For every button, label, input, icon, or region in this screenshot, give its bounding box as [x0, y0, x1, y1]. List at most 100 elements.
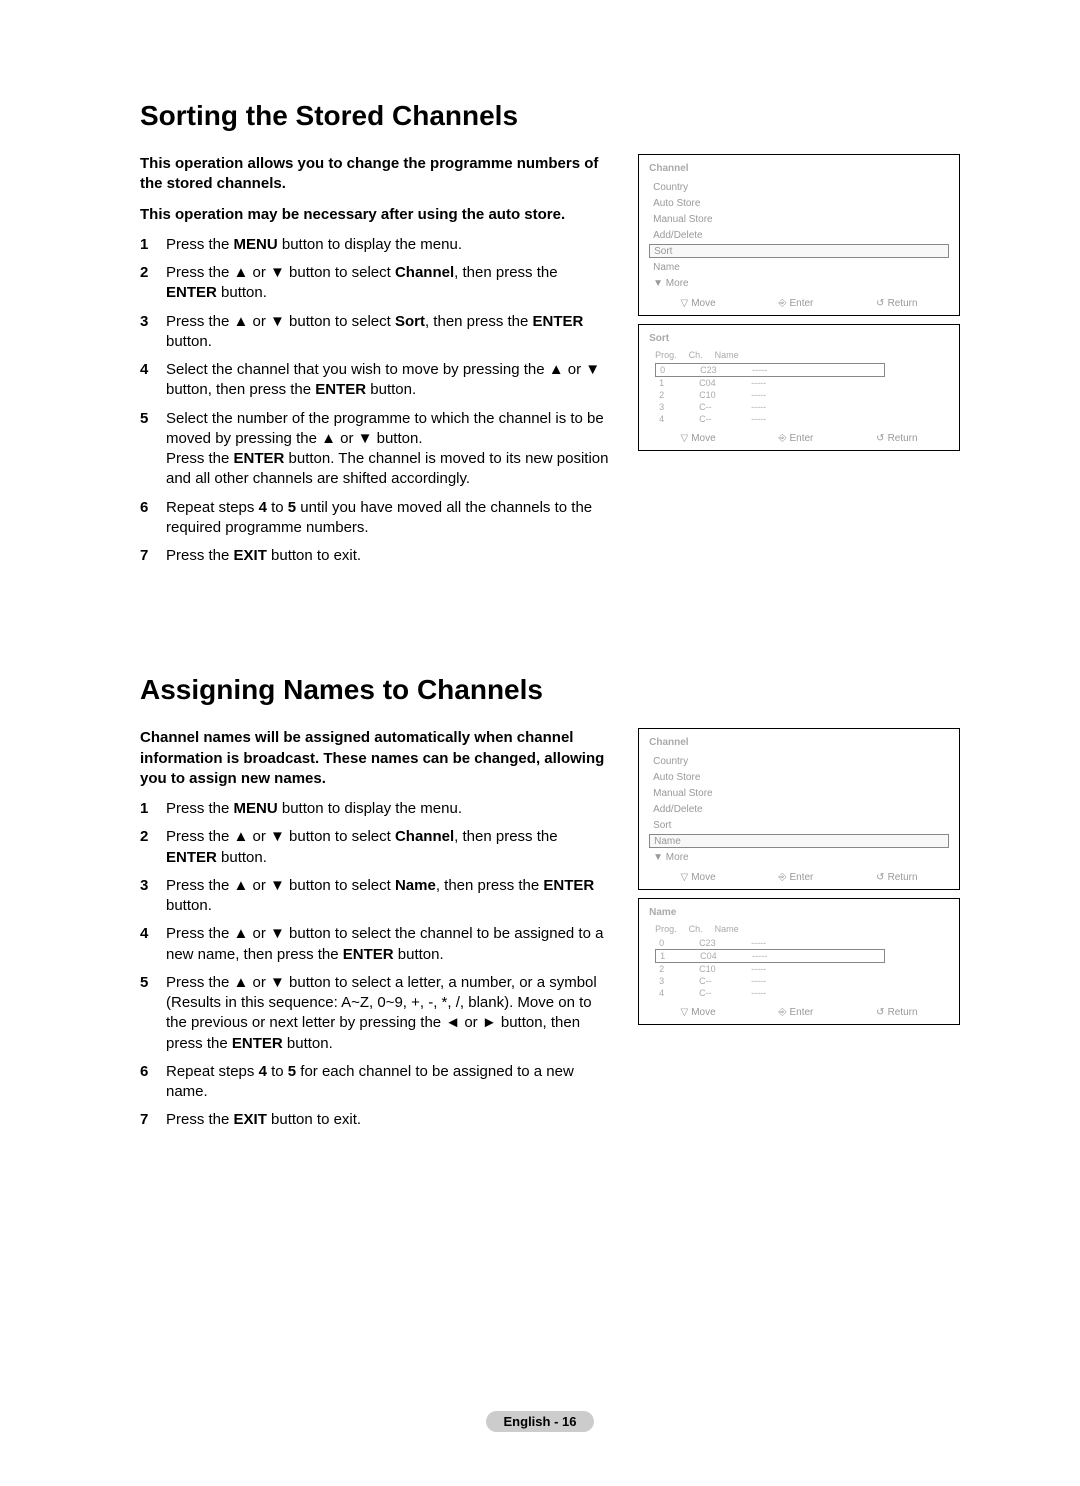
- nav-down-icon: ▽ Move: [681, 433, 716, 444]
- osd-table-row: 0C23-----: [655, 937, 885, 949]
- step-body: Press the ▲ or ▼ button to select a lett…: [166, 973, 610, 1054]
- osd-menu-item: Auto Store: [649, 196, 949, 210]
- osd-menu-item: Add/Delete: [649, 228, 949, 242]
- step-number: 2: [140, 827, 166, 847]
- step-item: 2Press the ▲ or ▼ button to select Chann…: [140, 827, 610, 868]
- osd-more: ▼ More: [649, 850, 949, 864]
- osd-channel-menu-sort: Channel Country Auto Store Manual Store Add…: [638, 154, 960, 316]
- step-number: 6: [140, 498, 166, 518]
- step-body: Press the MENU button to display the men…: [166, 235, 610, 255]
- step-number: 4: [140, 924, 166, 944]
- heading-naming: Assigning Names to Channels: [140, 674, 960, 706]
- steps-list-2: 1Press the MENU button to display the me…: [140, 799, 610, 1131]
- step-body: Press the ▲ or ▼ button to select Sort, …: [166, 312, 610, 353]
- page-number-badge: English - 16: [486, 1411, 595, 1432]
- osd-footer: ▽ Move ⎆ Enter ↺ Return: [649, 872, 949, 883]
- osd-menu-item: Manual Store: [649, 212, 949, 226]
- osd-table-row: 3C-------: [655, 975, 885, 987]
- osd-table-head: Prog.Ch.Name: [655, 350, 949, 360]
- osd-column-1: Channel Country Auto Store Manual Store Add…: [638, 154, 960, 451]
- intro-line-1: This operation allows you to change the …: [140, 154, 610, 195]
- osd-table-row: 4C-------: [655, 413, 885, 425]
- step-item: 3Press the ▲ or ▼ button to select Sort,…: [140, 312, 610, 353]
- step-number: 7: [140, 1110, 166, 1130]
- nav-down-icon: ▽ Move: [681, 1007, 716, 1018]
- step-item: 7Press the EXIT button to exit.: [140, 546, 610, 566]
- step-item: 3Press the ▲ or ▼ button to select Name,…: [140, 876, 610, 917]
- osd-title: Name: [649, 907, 949, 918]
- step-item: 5Select the number of the programme to w…: [140, 409, 610, 490]
- osd-menu-item: Name: [649, 834, 949, 848]
- step-item: 4Press the ▲ or ▼ button to select the c…: [140, 924, 610, 965]
- osd-footer: ▽ Move ⎆ Enter ↺ Return: [649, 433, 949, 444]
- step-number: 1: [140, 799, 166, 819]
- osd-menu-item: Manual Store: [649, 786, 949, 800]
- step-number: 4: [140, 360, 166, 380]
- step-number: 3: [140, 876, 166, 896]
- manual-page: Sorting the Stored Channels This operati…: [0, 0, 1080, 1486]
- osd-rows: CountryAuto StoreManual StoreAdd/DeleteS…: [649, 754, 949, 864]
- step-number: 5: [140, 409, 166, 429]
- nav-down-icon: ▽ Move: [681, 298, 716, 309]
- step-number: 1: [140, 235, 166, 255]
- osd-menu-item: Sort: [649, 244, 949, 258]
- step-body: Repeat steps 4 to 5 for each channel to …: [166, 1062, 610, 1103]
- step-body: Select the number of the programme to wh…: [166, 409, 610, 490]
- osd-name-list: Name Prog.Ch.Name0C23-----1C04-----2C10-…: [638, 898, 960, 1025]
- enter-icon: ⎆ Enter: [778, 1007, 813, 1018]
- osd-table-row: 2C10-----: [655, 963, 885, 975]
- osd-table: Prog.Ch.Name 0C23-----1C04-----2C10-----3…: [649, 350, 949, 425]
- step-item: 6Repeat steps 4 to 5 for each channel to…: [140, 1062, 610, 1103]
- osd-table-row: 1C04-----: [655, 377, 885, 389]
- step-number: 2: [140, 263, 166, 283]
- step-body: Press the ▲ or ▼ button to select Channe…: [166, 263, 610, 304]
- osd-menu-item: Sort: [649, 818, 949, 832]
- step-body: Press the MENU button to display the men…: [166, 799, 610, 819]
- text-column-2: Channel names will be assigned automatic…: [140, 728, 610, 1138]
- text-column-1: This operation allows you to change the …: [140, 154, 610, 574]
- section-sorting-stored-channels: Sorting the Stored Channels This operati…: [140, 100, 960, 574]
- osd-footer: ▽ Move ⎆ Enter ↺ Return: [649, 298, 949, 309]
- osd-table-row: 3C-------: [655, 401, 885, 413]
- step-body: Press the ▲ or ▼ button to select Channe…: [166, 827, 610, 868]
- osd-table-row: 1C04-----: [655, 949, 885, 963]
- step-number: 7: [140, 546, 166, 566]
- osd-rows: Country Auto Store Manual Store Add/Delete S…: [649, 180, 949, 290]
- step-item: 6Repeat steps 4 to 5 until you have move…: [140, 498, 610, 539]
- osd-menu-item: Name: [649, 260, 949, 274]
- step-body: Select the channel that you wish to move…: [166, 360, 610, 401]
- osd-more: ▼ More: [649, 276, 949, 290]
- osd-menu-item: Country: [649, 180, 949, 194]
- osd-table: Prog.Ch.Name0C23-----1C04-----2C10-----3…: [649, 924, 949, 999]
- step-item: 7Press the EXIT button to exit.: [140, 1110, 610, 1130]
- step-body: Repeat steps 4 to 5 until you have moved…: [166, 498, 610, 539]
- step-body: Press the EXIT button to exit.: [166, 1110, 610, 1130]
- osd-title: Channel: [649, 163, 949, 174]
- step-number: 3: [140, 312, 166, 332]
- osd-table-row: 4C-------: [655, 987, 885, 999]
- osd-title: Sort: [649, 333, 949, 344]
- return-icon: ↺ Return: [876, 872, 917, 883]
- step-item: 1Press the MENU button to display the me…: [140, 799, 610, 819]
- page-footer: English - 16: [0, 1411, 1080, 1432]
- step-body: Press the ▲ or ▼ button to select the ch…: [166, 924, 610, 965]
- heading-sorting: Sorting the Stored Channels: [140, 100, 960, 132]
- section-assigning-names: Assigning Names to Channels Channel name…: [140, 674, 960, 1138]
- enter-icon: ⎆ Enter: [778, 433, 813, 444]
- osd-title: Channel: [649, 737, 949, 748]
- step-item: 1Press the MENU button to display the me…: [140, 235, 610, 255]
- return-icon: ↺ Return: [876, 1007, 917, 1018]
- osd-table-row: 2C10-----: [655, 389, 885, 401]
- intro-line-2: This operation may be necessary after us…: [140, 205, 610, 225]
- osd-channel-menu-name: Channel CountryAuto StoreManual StoreAdd…: [638, 728, 960, 890]
- step-item: 5Press the ▲ or ▼ button to select a let…: [140, 973, 610, 1054]
- osd-column-2: Channel CountryAuto StoreManual StoreAdd…: [638, 728, 960, 1025]
- step-number: 6: [140, 1062, 166, 1082]
- osd-table-row: 0C23-----: [655, 363, 885, 377]
- return-icon: ↺ Return: [876, 298, 917, 309]
- step-body: Press the EXIT button to exit.: [166, 546, 610, 566]
- intro-line: Channel names will be assigned automatic…: [140, 728, 610, 789]
- step-item: 4Select the channel that you wish to mov…: [140, 360, 610, 401]
- step-item: 2Press the ▲ or ▼ button to select Chann…: [140, 263, 610, 304]
- osd-sort-list: Sort Prog.Ch.Name 0C23-----1C04-----2C10-…: [638, 324, 960, 451]
